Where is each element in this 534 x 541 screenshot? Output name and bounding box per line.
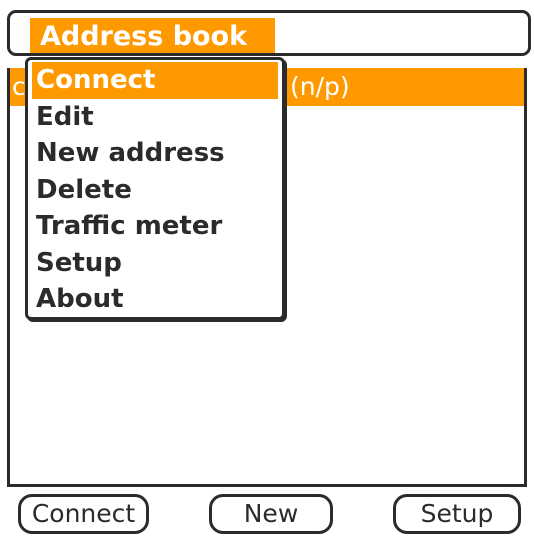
connect-button[interactable]: Connect <box>18 494 149 534</box>
setup-button[interactable]: Setup <box>393 494 521 534</box>
menu-item-delete[interactable]: Delete <box>28 172 282 209</box>
menu-item-new-address[interactable]: New address <box>28 135 282 172</box>
address-book-screen: Address book c (n/p) Connect Edit New ad… <box>0 0 534 541</box>
address-status: (n/p) <box>290 72 350 101</box>
menu-item-connect[interactable]: Connect <box>32 62 278 99</box>
menu-item-edit[interactable]: Edit <box>28 99 282 136</box>
new-button[interactable]: New <box>209 494 333 534</box>
dropdown-menu: Connect Edit New address Delete Traffic … <box>25 57 285 320</box>
menu-item-about[interactable]: About <box>28 281 282 318</box>
menu-item-setup[interactable]: Setup <box>28 245 282 282</box>
title-bar[interactable]: Address book <box>7 10 531 56</box>
menu-item-traffic-meter[interactable]: Traffic meter <box>28 208 282 245</box>
address-name: c <box>12 72 26 101</box>
bottom-divider <box>7 484 527 487</box>
app-title[interactable]: Address book <box>30 18 275 53</box>
